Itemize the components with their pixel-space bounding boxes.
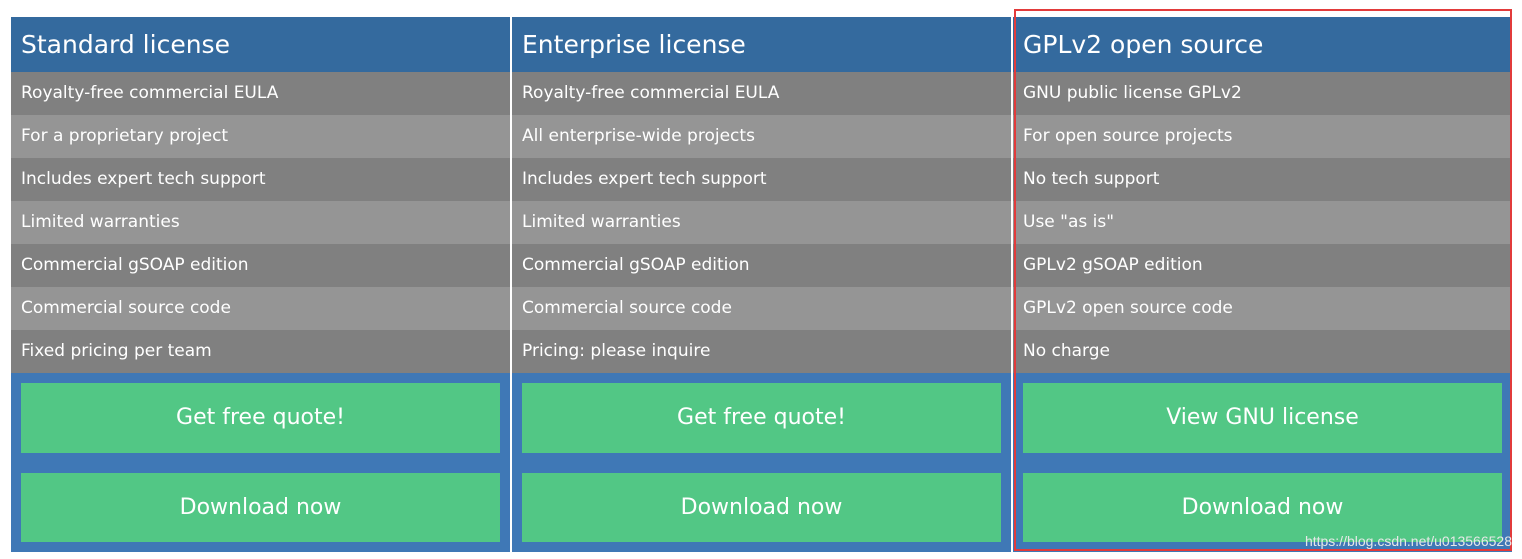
feature-row: Royalty-free commercial EULA [512, 72, 1011, 115]
actions-panel: Get free quote! Download now [11, 373, 510, 552]
feature-row: Includes expert tech support [11, 158, 510, 201]
feature-row: No tech support [1013, 158, 1512, 201]
column-enterprise-license: Enterprise license Royalty-free commerci… [512, 17, 1011, 552]
feature-row: Commercial source code [11, 287, 510, 330]
feature-row: Fixed pricing per team [11, 330, 510, 373]
feature-row: Royalty-free commercial EULA [11, 72, 510, 115]
feature-row: GPLv2 open source code [1013, 287, 1512, 330]
download-now-button[interactable]: Download now [522, 472, 1001, 542]
feature-row: No charge [1013, 330, 1512, 373]
license-comparison-table: Standard license Royalty-free commercial… [11, 17, 1512, 552]
feature-row: Use "as is" [1013, 201, 1512, 244]
watermark: https://blog.csdn.net/u013566528 [1304, 533, 1512, 549]
feature-row: Pricing: please inquire [512, 330, 1011, 373]
download-now-button[interactable]: Download now [1023, 472, 1502, 542]
get-free-quote-button[interactable]: Get free quote! [522, 383, 1001, 453]
view-gnu-license-button[interactable]: View GNU license [1023, 383, 1502, 453]
column-title: GPLv2 open source [1013, 17, 1512, 72]
column-gplv2-open-source: GPLv2 open source GNU public license GPL… [1013, 17, 1512, 552]
actions-panel: View GNU license Download now [1013, 373, 1512, 552]
feature-row: For open source projects [1013, 115, 1512, 158]
feature-row: All enterprise-wide projects [512, 115, 1011, 158]
column-title: Enterprise license [512, 17, 1011, 72]
feature-row: Limited warranties [11, 201, 510, 244]
feature-row: GPLv2 gSOAP edition [1013, 244, 1512, 287]
feature-row: Commercial gSOAP edition [11, 244, 510, 287]
download-now-button[interactable]: Download now [21, 472, 500, 542]
feature-row: Includes expert tech support [512, 158, 1011, 201]
feature-row: Limited warranties [512, 201, 1011, 244]
feature-row: For a proprietary project [11, 115, 510, 158]
get-free-quote-button[interactable]: Get free quote! [21, 383, 500, 453]
column-title: Standard license [11, 17, 510, 72]
feature-row: Commercial source code [512, 287, 1011, 330]
column-standard-license: Standard license Royalty-free commercial… [11, 17, 510, 552]
actions-panel: Get free quote! Download now [512, 373, 1011, 552]
feature-row: Commercial gSOAP edition [512, 244, 1011, 287]
feature-row: GNU public license GPLv2 [1013, 72, 1512, 115]
